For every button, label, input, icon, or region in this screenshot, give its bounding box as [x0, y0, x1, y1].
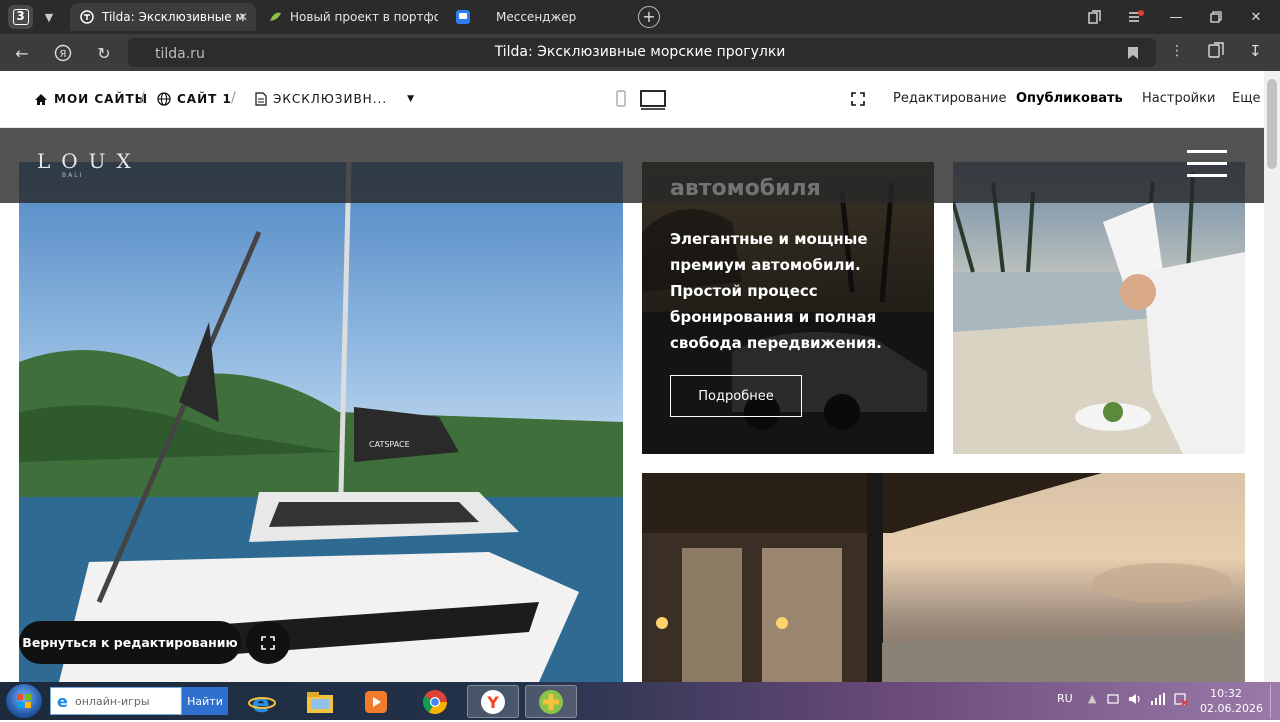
svg-text:Y: Y: [486, 693, 499, 712]
bookmark-icon[interactable]: [1127, 45, 1139, 64]
clock-time: 10:32: [1210, 687, 1242, 700]
tray-network-device-icon[interactable]: [1106, 692, 1120, 709]
taskbar-ie-icon[interactable]: e: [236, 685, 288, 718]
page-icon: [255, 92, 267, 106]
volume-icon[interactable]: [1128, 692, 1142, 709]
chef-illustration: [953, 171, 1245, 454]
card-heading-faded: автомобиля: [670, 176, 821, 201]
taskbar-clock[interactable]: 10:32 02.06.2026: [1200, 686, 1263, 716]
taskbar-yandex-browser-icon[interactable]: Y: [467, 685, 519, 718]
back-to-editing-button[interactable]: Вернуться к редактированию: [19, 621, 241, 664]
desktop-view-icon[interactable]: [640, 90, 666, 113]
yacht-image: CATSPACE: [19, 162, 623, 682]
url-field[interactable]: [128, 38, 1156, 67]
yandex-icon[interactable]: Я: [52, 42, 74, 64]
taskbar-search-button[interactable]: Найти: [182, 687, 228, 715]
fullscreen-toggle-button[interactable]: [246, 621, 290, 664]
site-content: CATSPACE: [0, 128, 1264, 682]
home-icon: [35, 93, 47, 105]
tab-list-chevron-icon[interactable]: ▼: [37, 5, 61, 29]
tab-title: Tilda: Эксклюзивные м: [102, 10, 245, 24]
browser-address-bar: ← Я ↻ tilda.ru Tilda: Эксклюзивные морск…: [0, 34, 1280, 93]
crumb-site[interactable]: САЙТ 1: [157, 92, 232, 106]
tilda-editor-bar: МОИ САЙТЫ / САЙТ 1 / ЭКСКЛЮЗИВН... ▼ Ред…: [0, 71, 1264, 128]
hamburger-menu-icon[interactable]: [1187, 150, 1227, 178]
close-window-icon[interactable]: ✕: [1244, 6, 1268, 28]
taskbar-explorer-icon[interactable]: [294, 685, 346, 718]
taskbar-media-player-icon[interactable]: [350, 685, 402, 718]
globe-icon: [157, 92, 171, 106]
tab-portfolio[interactable]: Новый проект в портфол: [258, 3, 438, 31]
svg-text:e: e: [57, 693, 68, 709]
svg-text:Я: Я: [60, 49, 67, 60]
new-tab-button[interactable]: +: [638, 6, 660, 28]
restore-icon[interactable]: [1204, 6, 1228, 28]
crumb-separator: /: [231, 90, 236, 106]
url-host: tilda.ru: [155, 46, 205, 62]
tab-title: Новый проект в портфол: [290, 10, 438, 24]
villa-illustration: [642, 473, 1245, 682]
tab-title: Мессенджер: [496, 10, 577, 24]
menu-icon[interactable]: [1124, 6, 1148, 28]
villa-image: [642, 473, 1245, 682]
tab-messenger[interactable]: Мессенджер: [446, 3, 626, 31]
start-button[interactable]: [6, 684, 42, 718]
minimize-icon[interactable]: —: [1164, 6, 1188, 28]
tray-chevron-icon[interactable]: ▲: [1088, 692, 1096, 705]
ie-icon: e: [55, 692, 71, 712]
yacht-brand-label: CATSPACE: [369, 440, 410, 449]
download-icon[interactable]: ↧: [1249, 42, 1262, 60]
more-vertical-icon[interactable]: ⋮: [1170, 43, 1184, 59]
fullscreen-icon[interactable]: [851, 92, 865, 109]
chevron-down-icon[interactable]: ▼: [407, 94, 415, 104]
publish-button[interactable]: Опубликовать: [1016, 91, 1123, 106]
language-indicator[interactable]: RU: [1057, 692, 1073, 705]
crumb-page[interactable]: ЭКСКЛЮЗИВН... ▼: [255, 92, 415, 106]
card-description: Элегантные и мощные премиум автомобили. …: [670, 230, 882, 352]
action-center-icon[interactable]: [1174, 692, 1188, 709]
more-link[interactable]: Еще: [1232, 91, 1260, 106]
scrollbar-thumb[interactable]: [1267, 79, 1277, 169]
back-arrow-icon[interactable]: ←: [11, 42, 33, 64]
edit-link[interactable]: Редактирование: [893, 91, 1006, 106]
taskbar-green-app-icon[interactable]: [525, 685, 577, 718]
taskbar-search-input[interactable]: e онлайн-игры: [50, 687, 182, 715]
tab-tilda[interactable]: Tilda: Эксклюзивные м ✕: [70, 3, 256, 31]
settings-link[interactable]: Настройки: [1142, 91, 1215, 106]
crumb-my-sites[interactable]: МОИ САЙТЫ: [34, 92, 148, 106]
site-logo-subtitle: BALI: [62, 172, 84, 179]
bookmarks-panel-icon[interactable]: [1082, 6, 1106, 28]
taskbar-chrome-icon[interactable]: [409, 685, 461, 718]
clock-date: 02.06.2026: [1200, 702, 1263, 715]
collections-icon[interactable]: [1207, 42, 1225, 64]
messenger-icon: [456, 10, 470, 24]
reload-icon[interactable]: ↻: [93, 42, 115, 64]
show-desktop-button[interactable]: [1270, 684, 1278, 718]
chef-image: [953, 162, 1245, 454]
svg-text:e: e: [252, 689, 270, 716]
browser-tab-bar: 3 ▼ Tilda: Эксклюзивные м ✕ Новый проект…: [0, 0, 1280, 34]
yacht-illustration: CATSPACE: [19, 162, 623, 682]
tilda-icon: [80, 10, 94, 24]
page-scrollbar[interactable]: [1264, 71, 1280, 682]
mobile-view-icon[interactable]: [616, 90, 626, 110]
crumb-separator: /: [140, 90, 145, 106]
site-header-overlay: [0, 128, 1264, 203]
more-details-button[interactable]: Подробнее: [670, 375, 802, 417]
site-logo[interactable]: LOUX: [37, 149, 142, 173]
expand-icon: [261, 635, 275, 650]
signal-icon[interactable]: [1150, 692, 1166, 709]
leaf-icon: [268, 10, 282, 24]
close-icon[interactable]: ✕: [238, 10, 248, 24]
windows-logo-icon: [17, 694, 31, 708]
tab-counter[interactable]: 3: [8, 5, 33, 29]
